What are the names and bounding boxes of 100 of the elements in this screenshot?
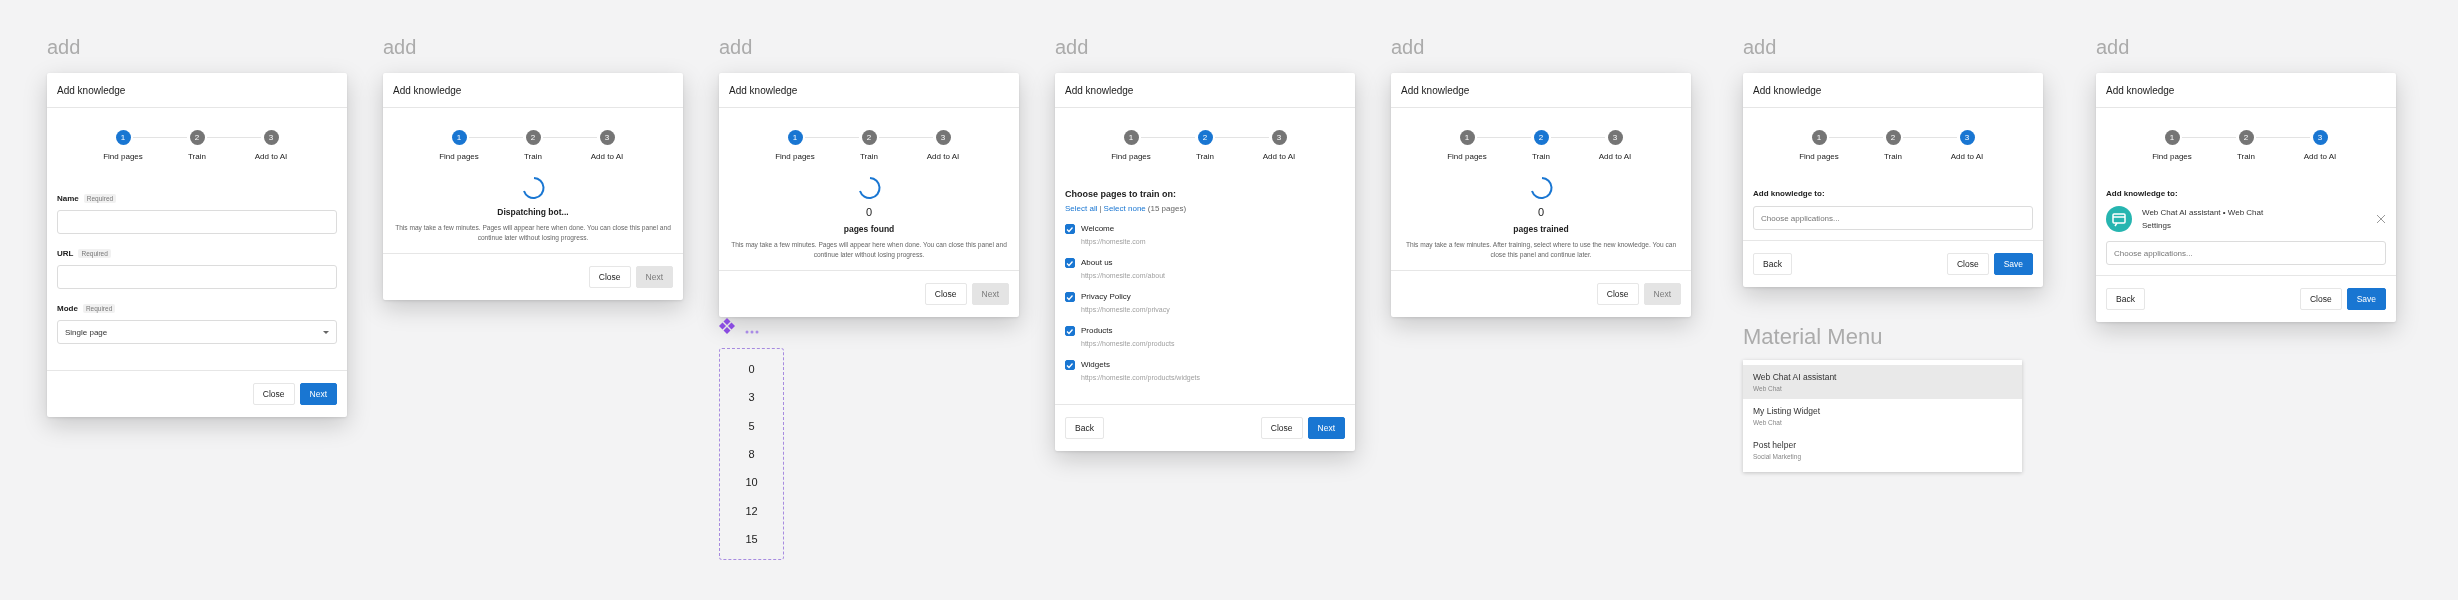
close-button[interactable]: Close xyxy=(1596,283,1639,305)
step-number: 3 xyxy=(2312,130,2328,145)
field-label: URL xyxy=(57,249,74,258)
frame-label: add xyxy=(383,36,418,58)
check-icon xyxy=(1066,225,1074,233)
checkbox[interactable] xyxy=(1065,292,1075,302)
close-button[interactable]: Close xyxy=(252,383,295,405)
step-number: 1 xyxy=(1811,130,1827,145)
text-field[interactable] xyxy=(57,210,337,234)
checkbox[interactable] xyxy=(1065,326,1075,336)
page-title: Products xyxy=(1081,326,1114,335)
step-label: Train xyxy=(860,152,878,161)
dialog-title: Add knowledge xyxy=(729,84,798,96)
step-number: 2 xyxy=(1885,130,1901,145)
close-button[interactable]: Close xyxy=(2299,288,2342,310)
primary-button[interactable]: Save xyxy=(2346,288,2386,310)
checkbox[interactable] xyxy=(1065,258,1075,268)
close-icon xyxy=(2376,214,2386,224)
step-label: Add to AI xyxy=(926,152,960,161)
close-button[interactable]: Close xyxy=(1260,417,1303,439)
step-number: 3 xyxy=(263,130,279,145)
step-number: 1 xyxy=(115,130,131,145)
dialog-title: Add knowledge xyxy=(1065,84,1134,96)
step-label: Find pages xyxy=(439,152,479,161)
page-title: About us xyxy=(1081,258,1114,267)
frame-label: add xyxy=(1391,36,1426,58)
step-number: 2 xyxy=(1533,130,1549,145)
step-number: 3 xyxy=(599,130,615,145)
close-button[interactable]: Close xyxy=(924,283,967,305)
back-button[interactable]: Back xyxy=(1753,253,1792,275)
frame-label: add xyxy=(1743,36,1778,58)
dialog-title: Add knowledge xyxy=(2106,84,2175,96)
step-number: 1 xyxy=(1459,130,1475,145)
frame-label: add xyxy=(1055,36,1090,58)
primary-button[interactable]: Next xyxy=(1307,417,1345,439)
step-label: Train xyxy=(1196,152,1214,161)
primary-button[interactable]: Next xyxy=(299,383,337,405)
step-label: Add to AI xyxy=(254,152,288,161)
number-item: 15 xyxy=(745,532,758,545)
check-icon xyxy=(1066,327,1074,335)
step-number: 1 xyxy=(1123,130,1139,145)
frame-label: Material Menu xyxy=(1743,324,1884,350)
application-field[interactable]: Choose applications... xyxy=(1753,206,2033,230)
dialog-title: Add knowledge xyxy=(1401,84,1470,96)
frame-label: add xyxy=(2096,36,2131,58)
item-title: Web Chat AI assistant xyxy=(1753,372,1838,382)
frame-label: add xyxy=(47,36,82,58)
page-title: Privacy Policy xyxy=(1081,292,1132,301)
step-label: Find pages xyxy=(775,152,815,161)
step-label: Add to AI xyxy=(2303,152,2337,161)
more-icon xyxy=(745,330,759,334)
field-label: Mode xyxy=(57,304,78,313)
dropdown-field[interactable]: Single page xyxy=(57,320,337,344)
back-button[interactable]: Back xyxy=(1065,417,1104,439)
step-number: 2 xyxy=(2238,130,2254,145)
checkbox[interactable] xyxy=(1065,360,1075,370)
check-icon xyxy=(1066,293,1074,301)
frame-label: add xyxy=(719,36,754,58)
field-label: Name xyxy=(57,194,79,203)
caret-icon xyxy=(323,330,329,334)
step-number: 1 xyxy=(451,130,467,145)
app-name: Web Chat AI assistant • Web Chat xyxy=(2142,208,2265,217)
settings-link[interactable]: Settings xyxy=(2142,221,2366,230)
page-title: Welcome xyxy=(1081,224,1116,233)
close-button[interactable]: Close xyxy=(588,266,631,288)
spinner-icon xyxy=(856,175,882,201)
progress-count: 0 xyxy=(1537,206,1545,218)
text-field[interactable] xyxy=(57,265,337,289)
checkbox[interactable] xyxy=(1065,224,1075,234)
step-label: Train xyxy=(2237,152,2255,161)
dialog-title: Add knowledge xyxy=(57,84,126,96)
section-heading: Add knowledge to: xyxy=(2106,189,2179,198)
number-item: 5 xyxy=(748,419,755,432)
dialog-title: Add knowledge xyxy=(393,84,462,96)
spinner-icon xyxy=(1528,175,1554,201)
step-label: Find pages xyxy=(1799,152,1839,161)
step-number: 3 xyxy=(1959,130,1975,145)
step-label: Find pages xyxy=(103,152,143,161)
select-none-link[interactable]: Select none xyxy=(1103,204,1146,213)
select-all-link[interactable]: Select all xyxy=(1065,204,1098,213)
step-label: Train xyxy=(1884,152,1902,161)
step-label: Find pages xyxy=(1447,152,1487,161)
step-number: 2 xyxy=(861,130,877,145)
separator-text: | xyxy=(1099,204,1102,213)
step-label: Find pages xyxy=(2152,152,2192,161)
step-number: 1 xyxy=(2164,130,2180,145)
application-field[interactable]: Choose applications... xyxy=(2106,241,2386,265)
number-item: 0 xyxy=(748,363,755,376)
step-label: Add to AI xyxy=(1262,152,1296,161)
number-item: 12 xyxy=(745,504,758,517)
check-icon xyxy=(1066,259,1074,267)
step-label: Train xyxy=(524,152,542,161)
chat-app-icon xyxy=(2106,206,2132,232)
close-button[interactable]: Close xyxy=(1946,253,1989,275)
step-label: Add to AI xyxy=(1950,152,1984,161)
back-button[interactable]: Back xyxy=(2106,288,2145,310)
section-heading: Add knowledge to: xyxy=(1753,189,1826,198)
primary-button[interactable]: Save xyxy=(1993,253,2033,275)
spinner-icon xyxy=(520,175,546,201)
item-title: My Listing Widget xyxy=(1753,406,1822,416)
